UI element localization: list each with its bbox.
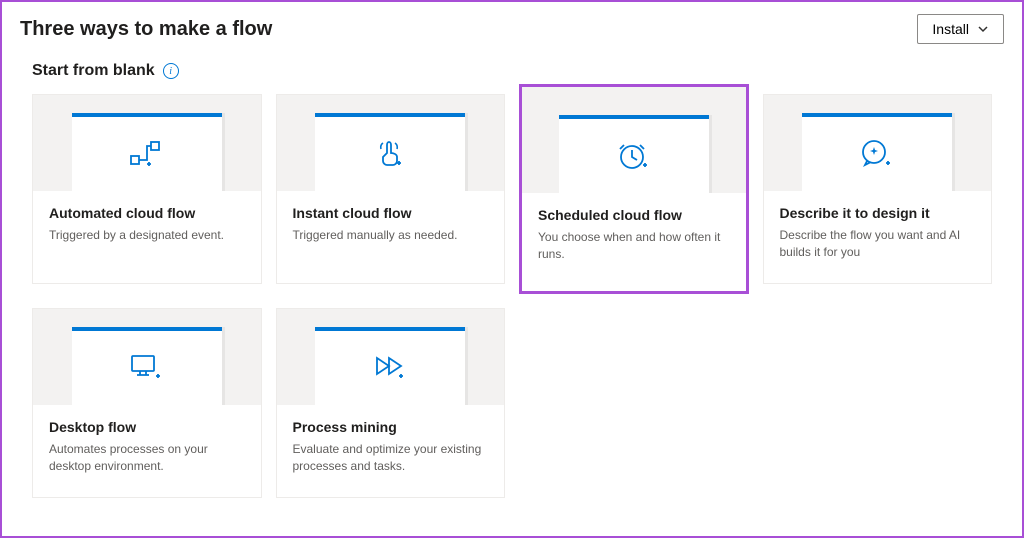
card-desktop-flow[interactable]: Desktop flow Automates processes on your… bbox=[32, 308, 262, 498]
process-icon bbox=[371, 352, 409, 384]
chat-sparkle-icon bbox=[859, 137, 895, 171]
card-description: Evaluate and optimize your existing proc… bbox=[293, 441, 489, 475]
card-title: Instant cloud flow bbox=[293, 205, 489, 221]
card-title: Process mining bbox=[293, 419, 489, 435]
card-scheduled-cloud-flow[interactable]: Scheduled cloud flow You choose when and… bbox=[519, 84, 749, 294]
card-description: Automates processes on your desktop envi… bbox=[49, 441, 245, 475]
clock-icon bbox=[616, 139, 652, 173]
card-instant-cloud-flow[interactable]: Instant cloud flow Triggered manually as… bbox=[276, 94, 506, 284]
flow-branch-icon bbox=[129, 138, 165, 170]
page-title: Three ways to make a flow bbox=[20, 18, 272, 41]
card-title: Desktop flow bbox=[49, 419, 245, 435]
card-description: Describe the flow you want and AI builds… bbox=[780, 227, 976, 261]
card-title: Describe it to design it bbox=[780, 205, 976, 221]
card-description: Triggered manually as needed. bbox=[293, 227, 489, 244]
card-illustration bbox=[522, 87, 746, 193]
card-illustration bbox=[277, 95, 505, 191]
card-illustration bbox=[277, 309, 505, 405]
info-icon[interactable]: i bbox=[163, 63, 179, 79]
card-illustration bbox=[764, 95, 992, 191]
card-process-mining[interactable]: Process mining Evaluate and optimize you… bbox=[276, 308, 506, 498]
card-illustration bbox=[33, 309, 261, 405]
section-title: Start from blank bbox=[32, 62, 155, 80]
touch-icon bbox=[373, 137, 407, 171]
card-title: Automated cloud flow bbox=[49, 205, 245, 221]
install-button[interactable]: Install bbox=[917, 14, 1004, 44]
chevron-down-icon bbox=[977, 23, 989, 35]
card-automated-cloud-flow[interactable]: Automated cloud flow Triggered by a desi… bbox=[32, 94, 262, 284]
card-description: You choose when and how often it runs. bbox=[538, 229, 730, 263]
install-label: Install bbox=[932, 21, 969, 37]
card-describe-to-design[interactable]: Describe it to design it Describe the fl… bbox=[763, 94, 993, 284]
card-illustration bbox=[33, 95, 261, 191]
desktop-icon bbox=[128, 352, 166, 384]
card-description: Triggered by a designated event. bbox=[49, 227, 245, 244]
card-title: Scheduled cloud flow bbox=[538, 207, 730, 223]
